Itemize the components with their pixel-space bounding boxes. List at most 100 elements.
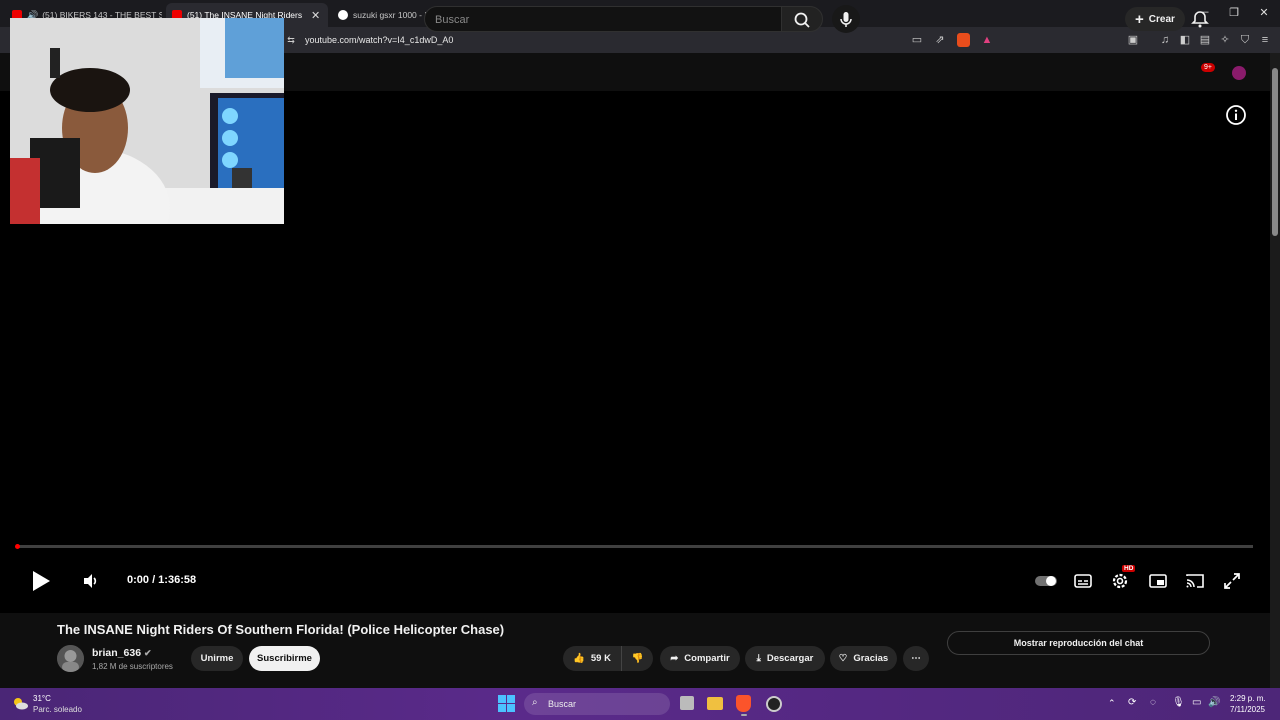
hd-badge: HD — [1122, 565, 1136, 572]
info-icon — [1226, 105, 1246, 125]
join-button[interactable]: Unirme — [191, 646, 243, 671]
thanks-label: Gracias — [853, 653, 889, 664]
brave-rewards-icon[interactable]: ▲ — [980, 33, 994, 47]
taskbar-search-label: Buscar — [548, 699, 577, 709]
scrollbar-thumb[interactable] — [1272, 68, 1278, 236]
channel-name[interactable]: brian_636 ✔ — [92, 647, 152, 659]
play-button[interactable] — [30, 570, 52, 592]
active-app-indicator — [741, 714, 747, 716]
url-field[interactable]: youtube.com/watch?v=I4_c1dwD_A0 — [305, 35, 453, 45]
bell-icon — [1191, 11, 1209, 28]
search-input[interactable]: Buscar — [424, 6, 782, 32]
mic-icon — [840, 12, 852, 27]
brave-browser-icon[interactable] — [736, 695, 751, 712]
start-button[interactable] — [498, 695, 515, 712]
info-button[interactable] — [1225, 104, 1247, 126]
super-thanks-icon: ♡ — [838, 653, 848, 664]
subtitles-button[interactable] — [1072, 570, 1094, 592]
voice-search-button[interactable] — [832, 5, 860, 33]
channel-avatar[interactable] — [57, 645, 84, 672]
show-hidden-icons-icon[interactable]: ⌃ — [1108, 698, 1116, 709]
sync-icon[interactable]: ⟳ — [1128, 697, 1136, 708]
streamer-webcam-image — [10, 18, 284, 224]
clock-time[interactable]: 2:29 p. m. — [1230, 694, 1266, 703]
progress-bar[interactable] — [17, 545, 1253, 548]
volume-icon — [84, 574, 97, 588]
create-button[interactable]: + Crear — [1125, 7, 1185, 31]
share-button[interactable]: ➦ Compartir — [660, 646, 740, 671]
gear-icon — [1112, 573, 1128, 589]
video-title: The INSANE Night Riders Of Southern Flor… — [57, 622, 505, 637]
windows-logo-icon — [498, 695, 515, 712]
site-settings-icon[interactable]: ⇆ — [284, 33, 298, 47]
thanks-button[interactable]: ♡ Gracias — [830, 646, 897, 671]
music-icon[interactable]: ♫ — [1158, 33, 1172, 47]
webcam-overlay — [10, 18, 284, 224]
plus-icon: + — [1135, 10, 1144, 28]
wallet-icon[interactable]: ▤ — [1198, 33, 1212, 47]
download-button[interactable]: ⤓ Descargar — [745, 646, 825, 671]
account-avatar[interactable] — [1232, 66, 1246, 80]
weather-temperature: 31°C — [33, 694, 51, 703]
close-tab-icon[interactable]: ✕ — [311, 9, 320, 22]
microphone-tray-icon[interactable]: 🎙 — [1172, 697, 1185, 708]
subscriber-count: 1,82 M de suscriptores — [92, 662, 173, 671]
more-actions-button[interactable]: ⋯ — [903, 646, 929, 671]
download-label: Descargar — [766, 653, 814, 664]
subtitles-icon — [1074, 574, 1092, 588]
restore-icon[interactable]: ❐ — [1227, 6, 1241, 19]
fullscreen-button[interactable] — [1221, 570, 1243, 592]
search-button[interactable] — [781, 6, 823, 32]
file-explorer-icon[interactable] — [707, 697, 723, 710]
google-favicon-icon — [338, 10, 348, 20]
volume-tray-icon[interactable]: 🔊 — [1208, 697, 1220, 708]
notifications-button[interactable] — [1190, 9, 1210, 29]
more-icon: ⋯ — [911, 653, 921, 664]
weather-icon[interactable] — [12, 696, 28, 710]
search-icon — [794, 12, 810, 28]
miniplayer-button[interactable] — [1147, 570, 1169, 592]
menu-icon[interactable]: ≡ — [1258, 33, 1272, 47]
create-label: Crear — [1148, 13, 1175, 25]
fullscreen-icon — [1224, 573, 1240, 589]
sidebar-icon[interactable]: ▣ — [1126, 33, 1140, 47]
thumbs-down-icon: 👎 — [631, 653, 644, 664]
channel-avatar-image — [57, 645, 84, 672]
display-icon[interactable]: ▭ — [1192, 697, 1201, 708]
clock-date[interactable]: 7/11/2025 — [1230, 705, 1265, 714]
progress-scrubber[interactable] — [15, 544, 20, 549]
verified-icon: ✔ — [143, 648, 152, 658]
sun-cloud-icon — [14, 698, 28, 710]
subscribe-button[interactable]: Suscribirme — [249, 646, 320, 671]
task-view-icon[interactable] — [680, 696, 694, 710]
dislike-button[interactable]: 👎 — [621, 646, 653, 671]
show-chat-replay-button[interactable]: Mostrar reproducción del chat — [947, 631, 1210, 655]
like-count: 59 K — [590, 653, 611, 664]
like-button[interactable]: 👍 59 K — [563, 646, 621, 671]
share-arrow-icon: ➦ — [670, 653, 679, 664]
settings-button[interactable] — [1109, 570, 1131, 592]
chrome-like-app-icon[interactable] — [766, 696, 782, 712]
play-icon — [33, 571, 50, 591]
share-label: Compartir — [684, 653, 730, 664]
time-display: 0:00 / 1:36:58 — [127, 574, 197, 586]
channel-name-text: brian_636 — [92, 647, 142, 659]
cast-button[interactable] — [1184, 570, 1206, 592]
notification-count-badge: 9+ — [1201, 63, 1215, 72]
cast-icon — [1186, 574, 1204, 588]
brave-shield-icon[interactable] — [957, 33, 970, 47]
leo-ai-icon[interactable]: ✧ — [1218, 33, 1232, 47]
reading-list-icon[interactable]: ◧ — [1178, 33, 1192, 47]
share-icon[interactable]: ⇗ — [933, 33, 947, 47]
vpn-icon[interactable]: ⛉ — [1238, 33, 1252, 47]
volume-button[interactable] — [80, 570, 102, 592]
download-icon: ⤓ — [756, 653, 761, 664]
search-icon: ⌕ — [532, 697, 538, 708]
taskbar-search[interactable]: ⌕ Buscar — [524, 693, 670, 715]
cast-icon[interactable]: ▭ — [910, 33, 924, 47]
network-icon[interactable]: ◌ — [1150, 697, 1156, 708]
autoplay-toggle-icon — [1035, 576, 1057, 586]
autoplay-toggle[interactable] — [1034, 570, 1058, 592]
weather-description: Parc. soleado — [33, 705, 82, 714]
close-window-icon[interactable]: ✕ — [1257, 6, 1271, 19]
